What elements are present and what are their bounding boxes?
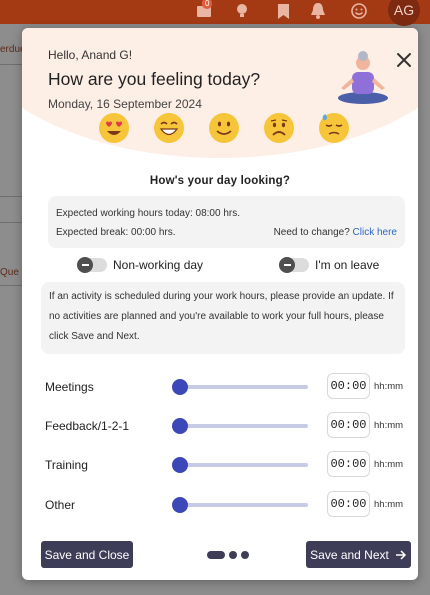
background-panel: [418, 24, 430, 595]
time-unit: hh:mm: [374, 381, 404, 392]
time-unit: hh:mm: [374, 420, 404, 431]
minutes-value: 00: [352, 457, 367, 471]
mood-selector: [98, 112, 362, 146]
other-slider[interactable]: [172, 497, 308, 513]
day-heading: How's your day looking?: [149, 175, 291, 187]
slider-thumb[interactable]: [172, 418, 188, 434]
close-icon[interactable]: [394, 50, 414, 70]
training-slider[interactable]: [172, 457, 308, 473]
non-working-day-toggle[interactable]: [77, 257, 107, 273]
grinning-emoji-icon[interactable]: [153, 112, 185, 144]
smiling-emoji-icon[interactable]: [208, 112, 240, 144]
training-time-input[interactable]: 00:00: [327, 451, 370, 477]
inbox-icon[interactable]: 0: [192, 0, 216, 22]
hours-value: 00: [330, 497, 345, 511]
hours-value: 00: [330, 457, 345, 471]
other-time-input[interactable]: 00:00: [327, 491, 370, 517]
time-unit: hh:mm: [374, 459, 404, 470]
save-and-close-label: Save and Close: [44, 547, 130, 562]
save-and-next-button[interactable]: Save and Next: [306, 541, 411, 568]
heart-eyes-emoji-icon[interactable]: [98, 112, 130, 144]
non-working-day-label: Non-working day: [113, 258, 204, 272]
time-unit: hh:mm: [374, 499, 404, 510]
meetings-time-input[interactable]: 00:00: [327, 373, 370, 399]
need-change-text: Need to change?: [273, 227, 350, 238]
smiley-icon[interactable]: [348, 0, 370, 22]
divider: [0, 285, 22, 286]
dialog-title: How are you feeling today?: [48, 69, 261, 89]
step-dot: [241, 551, 249, 559]
slider-thumb[interactable]: [172, 457, 188, 473]
click-here-link[interactable]: Click here: [353, 227, 397, 238]
minutes-value: 00: [352, 418, 367, 432]
arrow-right-icon: [395, 549, 406, 560]
lightbulb-icon[interactable]: [232, 0, 252, 22]
expected-break-text: Expected break: 00:00 hrs.: [56, 227, 176, 238]
background-panel: [22, 580, 430, 595]
feedback-time-input[interactable]: 00:00: [327, 412, 370, 438]
app-topbar: 0 AG: [0, 0, 430, 26]
sad-emoji-icon[interactable]: [263, 112, 295, 144]
background-fragment: Que: [0, 267, 19, 278]
step-dot-active: [207, 551, 225, 559]
user-avatar[interactable]: AG: [388, 0, 420, 26]
other-label: Other: [45, 498, 76, 512]
divider: [0, 222, 22, 223]
downcast-sweat-emoji-icon[interactable]: [318, 112, 350, 144]
slider-thumb[interactable]: [172, 497, 188, 513]
mood-checkin-dialog: Hello, Anand G! How are you feeling toda…: [22, 28, 418, 580]
divider: [0, 196, 22, 197]
save-and-close-button[interactable]: Save and Close: [41, 541, 133, 568]
change-hours-prompt: Need to change? Click here: [274, 227, 397, 238]
on-leave-label: I'm on leave: [315, 258, 380, 272]
step-dot: [229, 551, 237, 559]
step-indicator: [207, 551, 249, 559]
meetings-slider[interactable]: [172, 379, 308, 395]
greeting-text: Hello, Anand G!: [48, 48, 133, 62]
toggle-knob: [77, 257, 93, 273]
feedback-label: Feedback/1-2-1: [45, 419, 130, 433]
divider: [0, 64, 22, 65]
bookmark-icon[interactable]: [274, 0, 292, 22]
on-leave-toggle-row: I'm on leave: [279, 257, 380, 273]
activity-notice: If an activity is scheduled during your …: [41, 282, 405, 354]
on-leave-toggle[interactable]: [279, 257, 309, 273]
hours-value: 00: [330, 379, 345, 393]
minutes-value: 00: [352, 379, 367, 393]
expected-hours-text: Expected working hours today: 08:00 hrs.: [56, 208, 240, 219]
date-text: Monday, 16 September 2024: [48, 97, 202, 111]
hours-value: 00: [330, 418, 345, 432]
background-panel: [0, 24, 22, 595]
non-working-day-toggle-row: Non-working day: [77, 257, 204, 273]
minutes-value: 00: [352, 497, 367, 511]
meetings-label: Meetings: [45, 380, 94, 394]
training-label: Training: [45, 458, 88, 472]
meditation-illustration: [338, 51, 388, 104]
save-and-next-label: Save and Next: [310, 547, 389, 562]
bell-icon[interactable]: [308, 0, 328, 22]
slider-thumb[interactable]: [172, 379, 188, 395]
toggle-knob: [279, 257, 295, 273]
expected-hours-card: Expected working hours today: 08:00 hrs.…: [48, 196, 405, 248]
feedback-slider[interactable]: [172, 418, 308, 434]
